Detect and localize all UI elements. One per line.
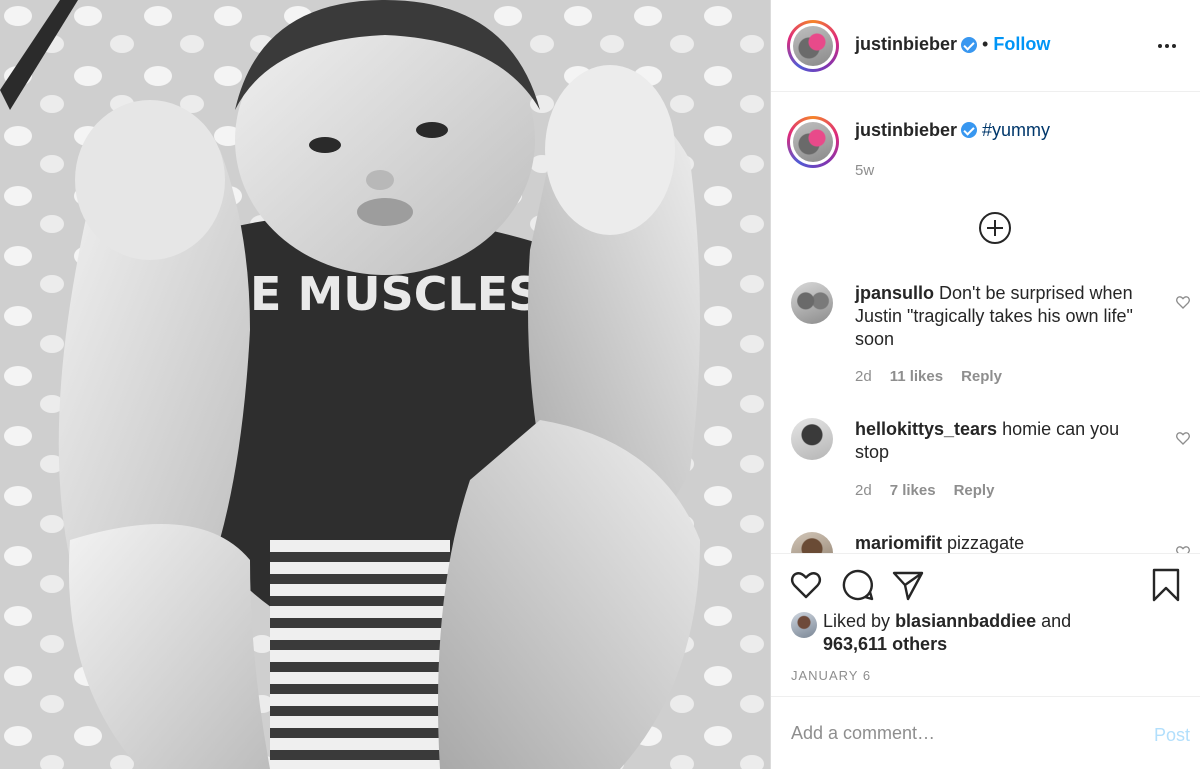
comment-meta: 2d 11 likes Reply: [855, 368, 1002, 385]
follow-button[interactable]: Follow: [993, 34, 1050, 55]
post-comment-button[interactable]: Post: [1154, 725, 1190, 746]
comment-like-heart-icon[interactable]: [1175, 544, 1191, 553]
comment-likes[interactable]: 7 likes: [890, 482, 936, 499]
header-separator: •: [982, 34, 989, 54]
author-username[interactable]: justinbieber: [855, 34, 957, 55]
comments-list[interactable]: justinbieber #yummy 5w jpansullo Don't b…: [771, 92, 1200, 553]
post-sidebar: justinbieber • Follow justinbieber #yumm…: [771, 0, 1200, 769]
liker-avatar[interactable]: [791, 612, 817, 638]
likes-joiner: and: [1041, 611, 1072, 631]
baby-photo-illustration: E MUSCLES: [0, 0, 770, 769]
comment-text-block: mariomifit pizzagate: [855, 532, 1155, 553]
comment-item: jpansullo Don't be surprised when Justin…: [791, 282, 1191, 392]
post-header: justinbieber • Follow: [771, 0, 1200, 92]
comment-like-heart-icon[interactable]: [1175, 294, 1191, 310]
verified-badge-icon: [961, 122, 978, 138]
comment-like-heart-icon[interactable]: [1175, 430, 1191, 446]
commenter-avatar[interactable]: [791, 418, 833, 460]
caption-time[interactable]: 5w: [855, 162, 874, 179]
caption-hashtag[interactable]: #yummy: [982, 120, 1050, 140]
commenter-avatar[interactable]: [791, 532, 833, 553]
comment-time[interactable]: 2d: [855, 482, 872, 499]
comment-text-block: hellokittys_tears homie can you stop: [855, 418, 1155, 464]
add-comment-input[interactable]: [791, 719, 1111, 747]
comment-icon[interactable]: [841, 568, 875, 602]
post-actions: Liked by blasiannbaddiee and 963,611 oth…: [771, 553, 1200, 696]
caption-avatar[interactable]: [787, 116, 839, 168]
shirt-text: E MUSCLES: [250, 267, 541, 321]
liker-username[interactable]: blasiannbaddiee: [895, 611, 1036, 631]
comment-reply-button[interactable]: Reply: [954, 482, 995, 499]
comment-item: hellokittys_tears homie can you stop 2d …: [791, 418, 1191, 508]
comment-reply-button[interactable]: Reply: [961, 368, 1002, 385]
comment-time[interactable]: 2d: [855, 368, 872, 385]
likes-others-link[interactable]: 963,611 others: [823, 634, 947, 654]
comment-meta: 2d 7 likes Reply: [855, 482, 994, 499]
comment-username[interactable]: jpansullo: [855, 283, 934, 303]
comment-item: mariomifit pizzagate: [791, 532, 1191, 553]
post-caption: justinbieber #yummy: [855, 120, 1050, 141]
comment-body: pizzagate: [947, 533, 1025, 553]
comment-text-block: jpansullo Don't be surprised when Justin…: [855, 282, 1155, 351]
comment-username[interactable]: hellokittys_tears: [855, 419, 997, 439]
bookmark-icon[interactable]: [1149, 568, 1183, 602]
load-more-comments-icon[interactable]: [979, 212, 1011, 244]
post-photo[interactable]: E MUSCLES: [0, 0, 770, 769]
commenter-avatar[interactable]: [791, 282, 833, 324]
more-options-icon[interactable]: [1158, 36, 1180, 56]
post-date[interactable]: JANUARY 6: [791, 668, 871, 683]
likes-text: Liked by blasiannbaddiee and 963,611 oth…: [823, 610, 1123, 656]
likes-prefix: Liked by: [823, 611, 891, 631]
caption-username[interactable]: justinbieber: [855, 120, 957, 140]
header-row: justinbieber • Follow: [855, 34, 1050, 55]
verified-badge-icon: [961, 36, 978, 53]
comment-likes[interactable]: 11 likes: [890, 368, 943, 385]
add-comment-bar: Post: [771, 696, 1200, 769]
comment-username[interactable]: mariomifit: [855, 533, 942, 553]
share-icon[interactable]: [891, 568, 925, 602]
heart-icon[interactable]: [789, 568, 823, 602]
author-avatar[interactable]: [787, 20, 839, 72]
